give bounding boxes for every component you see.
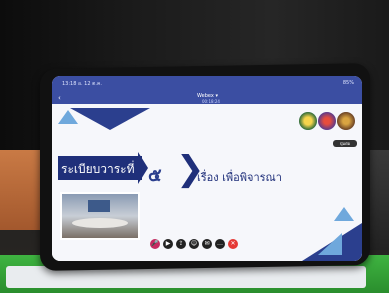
decor-triangle <box>334 207 354 221</box>
chat-icon[interactable]: ✉ <box>202 239 212 249</box>
photo-screen <box>88 200 110 212</box>
photo-table <box>72 218 128 228</box>
status-time: 13:18 อ. 12 ต.ค. <box>62 81 102 87</box>
status-bar: 13:18 อ. 12 ต.ค. 85% <box>52 76 362 90</box>
heading-chevron <box>138 152 148 184</box>
back-icon[interactable]: ‹ <box>58 94 68 102</box>
decor-triangle <box>58 110 78 124</box>
decor-triangle <box>318 233 342 255</box>
tablet-screen: 13:18 อ. 12 ต.ค. 85% ‹ Webex ▾ 00:18:24 … <box>52 76 362 261</box>
org-logo <box>318 112 336 130</box>
agenda-heading: ระเบียบวาระที่ <box>61 162 135 176</box>
slide-mini-button[interactable]: ปุ่มต่อ <box>333 140 357 147</box>
agenda-subject: เรื่อง เพื่อพิจารณา <box>197 171 282 184</box>
video-icon[interactable]: ▶ <box>163 239 173 249</box>
participants-icon[interactable]: ☺ <box>189 239 199 249</box>
shared-slide: ปุ่มต่อ ระเบียบวาระที่ ๕ ❯ เรื่อง เพื่อพ… <box>52 104 362 261</box>
org-logo <box>299 112 317 130</box>
decor-triangle <box>70 108 150 130</box>
org-logo <box>337 112 355 130</box>
more-icon[interactable]: … <box>215 239 225 249</box>
share-icon[interactable]: ⇪ <box>176 239 186 249</box>
leave-icon[interactable]: ✕ <box>228 239 238 249</box>
agenda-number: ๕ <box>148 165 162 186</box>
battery-level: 85% <box>342 80 354 86</box>
meeting-room-photo <box>60 192 140 240</box>
mute-icon[interactable]: 🎤 <box>150 239 160 249</box>
meeting-controls: 🎤 ▶ ⇪ ☺ ✉… ✕ <box>150 239 238 249</box>
